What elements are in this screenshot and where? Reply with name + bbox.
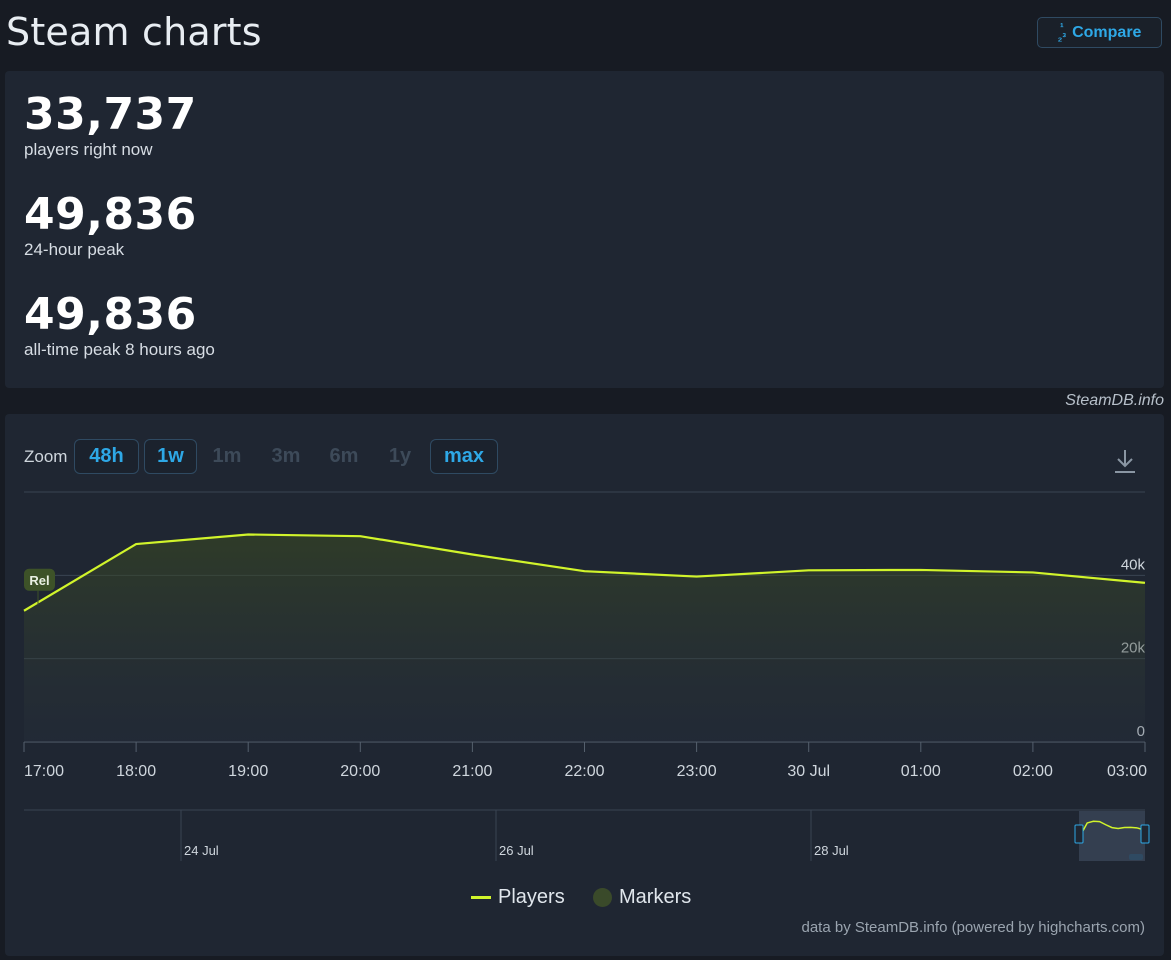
marker-label: Rel [29,573,49,588]
zoom-1w-button[interactable]: 1w [144,439,197,474]
navigator-date-label: 28 Jul [814,843,849,858]
x-tick-label: 02:00 [1013,763,1053,780]
stat-label: all-time peak 8 hours ago [24,340,215,359]
x-tick-label: 20:00 [340,763,380,780]
navigator-date-label: 24 Jul [184,843,219,858]
navigator-scroll-thumb [1129,854,1143,860]
stat-24h-peak: 49,836 24-hour peak [24,191,197,261]
navigator-right-handle [1140,824,1150,844]
top-bar: Steam charts ¹ ₂³ Compare [0,0,1171,66]
players-area [24,534,1145,742]
page-title: Steam charts [6,10,262,54]
x-tick-label: 21:00 [452,763,492,780]
stat-current-players: 33,737 players right now [24,91,197,161]
x-tick-label: 30 Jul [787,763,830,780]
x-tick-label: 18:00 [116,763,156,780]
stat-label: 24-hour peak [24,240,125,259]
stat-value: 33,737 [24,89,197,140]
navigator-left-handle [1074,824,1084,844]
zoom-max-button[interactable]: max [430,439,498,474]
x-tick-label: 17:00 [24,763,64,780]
legend-label: Markers [619,886,692,908]
stat-value: 49,836 [24,289,197,340]
chart-legend: Players Markers [5,886,1164,916]
legend-item-players[interactable]: Players [471,886,565,909]
player-chart[interactable]: 020k40k17:0018:0019:0020:0021:0022:0023:… [5,414,1164,884]
steamdb-credit[interactable]: SteamDB.info [1065,392,1164,410]
stat-all-time-peak: 49,836 all-time peak 8 hours ago [24,291,215,361]
compare-button[interactable]: ¹ ₂³ Compare [1037,17,1162,48]
y-tick-label: 40k [1121,556,1146,573]
zoom-1y-button[interactable]: 1y [377,439,423,474]
stat-label: players right now [24,140,153,159]
navigator-selection [1079,811,1145,861]
zoom-6m-button[interactable]: 6m [321,439,367,474]
markers-dot-swatch [593,888,612,907]
stat-value: 49,836 [24,189,197,240]
players-line-swatch [471,896,491,899]
navigator-date-label: 26 Jul [499,843,534,858]
zoom-48h-button[interactable]: 48h [74,439,139,474]
compare-label: Compare [1072,23,1142,41]
x-tick-label: 23:00 [677,763,717,780]
highcharts-credit[interactable]: data by SteamDB.info (powered by highcha… [802,919,1146,936]
download-icon[interactable] [1113,448,1137,474]
legend-label: Players [498,886,565,908]
zoom-1m-button[interactable]: 1m [204,439,250,474]
x-tick-label: 19:00 [228,763,268,780]
zoom-label: Zoom [24,447,68,466]
x-tick-label: 01:00 [901,763,941,780]
x-tick-label: 22:00 [564,763,604,780]
legend-item-markers[interactable]: Markers [593,886,691,909]
x-tick-label: 03:00 [1107,763,1147,780]
stats-panel: 33,737 players right now 49,836 24-hour … [5,71,1164,388]
compare-icon: ¹ ₂³ [1057,21,1067,44]
zoom-3m-button[interactable]: 3m [263,439,309,474]
chart-panel: 020k40k17:0018:0019:0020:0021:0022:0023:… [5,414,1164,956]
